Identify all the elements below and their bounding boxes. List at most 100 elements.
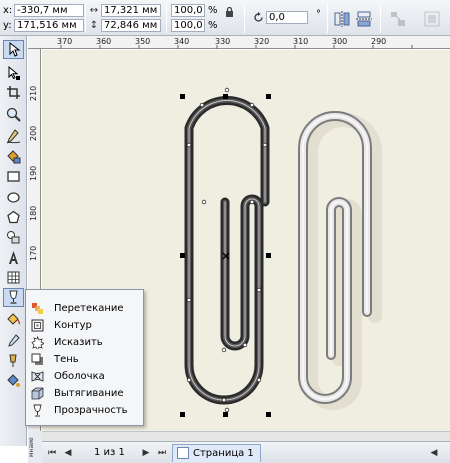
flyout-item-label: Оболочка — [54, 371, 105, 382]
interactive-effects-tool[interactable] — [3, 288, 24, 307]
horizontal-scrollbar[interactable] — [28, 431, 450, 441]
lock-ratio-icon[interactable] — [222, 5, 236, 18]
separator — [166, 3, 167, 33]
mirror-vertical-button[interactable] — [353, 8, 373, 28]
ruler-label: 310 — [293, 37, 309, 46]
mirror-vertical-icon — [356, 11, 372, 27]
flyout-item-label: Контур — [54, 320, 92, 331]
align-icon — [391, 12, 405, 26]
ruler-label: 320 — [254, 37, 270, 46]
width-arrows-icon: ↔ — [89, 5, 99, 16]
rotation-field[interactable]: 0,0 — [266, 11, 308, 24]
zoom-icon — [6, 107, 21, 122]
shape-tool[interactable] — [3, 64, 24, 83]
fill-tool[interactable] — [3, 310, 24, 329]
ruler-label: 170 — [29, 245, 38, 261]
degree-label: ° — [316, 9, 321, 20]
width-field[interactable]: 17,321 мм — [101, 4, 161, 17]
flyout-item-label: Вытягивание — [54, 388, 124, 399]
property-bar: x: -330,7 мм y: 171,516 мм ↔ 17,321 мм ↕… — [0, 0, 450, 36]
flyout-item-blend[interactable]: Перетекание — [28, 300, 142, 317]
pen-icon — [6, 129, 21, 144]
flyout-item-extrude[interactable]: Вытягивание — [28, 385, 142, 402]
ruler-label: 190 — [29, 165, 38, 181]
crop-tool[interactable] — [3, 83, 24, 102]
flyout-item-label: Перетекание — [54, 303, 124, 314]
height-field[interactable]: 72,846 мм — [101, 19, 161, 32]
separator — [327, 3, 328, 33]
polygon-tool[interactable] — [3, 208, 24, 227]
ruler-label: 340 — [174, 37, 190, 46]
last-page-button[interactable]: ⏭ — [156, 447, 168, 459]
height-arrows-icon: ↕ — [89, 20, 99, 31]
dark-paperclip[interactable] — [184, 87, 270, 413]
pick-tool[interactable] — [3, 40, 24, 59]
text-tool[interactable] — [3, 248, 24, 267]
next-page-button[interactable]: ▶ — [140, 447, 152, 459]
percent-y-label: % — [208, 20, 218, 31]
wine-glass-icon — [9, 290, 18, 304]
ruler-label: 370 — [57, 37, 73, 46]
table-tool[interactable] — [3, 268, 24, 287]
scale-y-field[interactable]: 100,0 — [171, 19, 205, 32]
flyout-item-distort[interactable]: Исказить — [28, 334, 142, 351]
percent-x-label: % — [208, 5, 218, 16]
rectangle-icon — [7, 171, 20, 182]
flyout-item-label: Тень — [54, 354, 79, 365]
mirror-horizontal-icon — [334, 11, 350, 27]
ruler-label: 290 — [371, 37, 387, 46]
flyout-item-label: Прозрачность — [54, 405, 128, 416]
flyout-item-shadow[interactable]: Тень — [28, 351, 142, 368]
scale-x-field[interactable]: 100,0 — [171, 4, 205, 17]
page-navigator: ⏮ ◀ 1 из 1 ▶ ⏭ + Страница 1 ◀ — [42, 441, 450, 463]
mirror-horizontal-button[interactable] — [331, 8, 351, 28]
ruler-label: 350 — [135, 37, 151, 46]
ruler-label: 360 — [96, 37, 112, 46]
first-page-button[interactable]: ⏮ — [46, 447, 58, 459]
align-button[interactable] — [387, 8, 407, 28]
page-tab-label: Страница 1 — [193, 448, 254, 459]
freehand-tool[interactable] — [3, 127, 24, 146]
flyout-item-envelope[interactable]: Оболочка — [28, 368, 142, 385]
outline-tool[interactable] — [3, 351, 24, 370]
shape-edit-icon — [8, 66, 20, 80]
page-icon — [177, 447, 189, 459]
scroll-left-button[interactable]: ◀ — [428, 447, 440, 459]
y-position-field[interactable]: 171,516 мм — [14, 19, 84, 32]
fill-bucket-icon — [7, 313, 21, 325]
eyedropper-icon — [8, 334, 20, 347]
transparency-icon — [28, 403, 46, 418]
ellipse-tool[interactable] — [3, 188, 24, 207]
ruler-label: 210 — [29, 85, 38, 101]
prev-page-button[interactable]: ◀ — [62, 447, 74, 459]
eyedropper-tool[interactable] — [3, 331, 24, 350]
zoom-tool[interactable] — [3, 105, 24, 124]
ruler-label: 300 — [332, 37, 348, 46]
separator — [85, 3, 86, 33]
interactive-tools-flyout: Перетекание Контур Исказить Тень Оболочк… — [25, 289, 144, 426]
blend-icon — [28, 301, 46, 316]
extrude-icon — [28, 386, 46, 401]
y-label: y: — [3, 20, 12, 31]
outline-pen-icon — [9, 354, 17, 367]
ruler-label: 180 — [29, 205, 38, 221]
ruler-label: 330 — [215, 37, 231, 46]
ellipse-icon — [7, 192, 20, 203]
distort-icon — [28, 335, 46, 350]
x-position-field[interactable]: -330,7 мм — [14, 4, 84, 17]
flyout-item-contour[interactable]: Контур — [28, 317, 142, 334]
smart-fill-tool[interactable] — [3, 147, 24, 166]
horizontal-ruler[interactable]: 370 360 350 340 330 320 310 300 290 — [28, 36, 450, 49]
table-icon — [7, 271, 20, 284]
interactive-fill-tool[interactable] — [3, 371, 24, 390]
x-label: x: — [3, 5, 13, 16]
rectangle-tool[interactable] — [3, 167, 24, 186]
separator — [244, 3, 245, 33]
text-icon — [9, 251, 18, 264]
basic-shapes-tool[interactable] — [3, 228, 24, 247]
group-button[interactable] — [421, 8, 441, 28]
page-tab[interactable]: Страница 1 — [172, 444, 261, 462]
flyout-item-transparency[interactable]: Прозрачность — [28, 402, 142, 419]
crop-icon — [7, 86, 20, 99]
group-icon — [424, 11, 440, 27]
